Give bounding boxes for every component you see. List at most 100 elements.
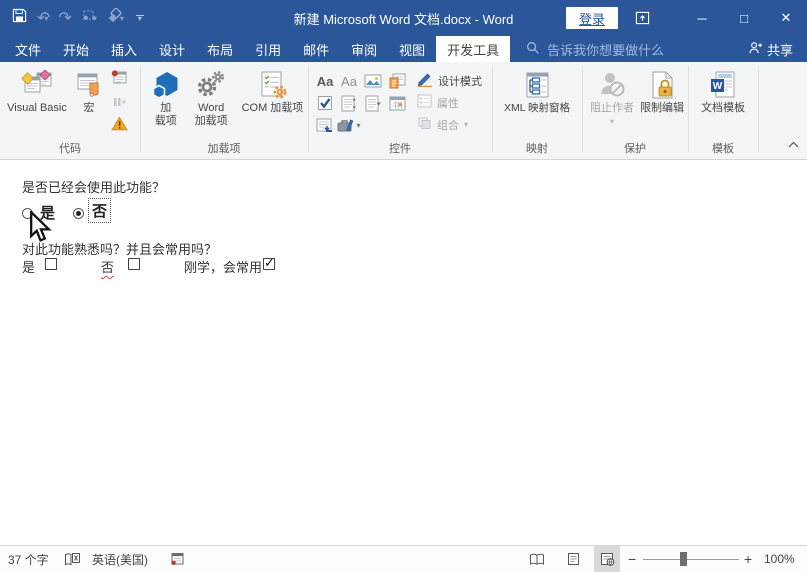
tab-insert[interactable]: 插入 xyxy=(100,36,148,62)
sign-in-button[interactable]: 登录 xyxy=(566,7,618,29)
pause-recording-icon xyxy=(111,94,127,112)
checkbox-no-label: 否 xyxy=(101,257,114,276)
question-1: 是否已经会使用此功能？ xyxy=(22,177,165,196)
collapse-ribbon-icon[interactable] xyxy=(788,135,799,153)
minimize-button[interactable]: ─ xyxy=(681,0,723,36)
visual-basic-button[interactable]: Visual Basic xyxy=(0,62,74,115)
legacy-tools-dropdown-icon[interactable]: ▾ xyxy=(356,121,360,130)
word-addins-label-line2: 加载项 xyxy=(195,115,228,128)
block-authors-button: 阻止作者 ▾ xyxy=(586,62,638,128)
macro-status-icon[interactable] xyxy=(170,546,185,572)
word-addins-label-line1: Word xyxy=(198,102,224,115)
qat-snip-dropdown-icon[interactable]: ▾ xyxy=(93,14,97,23)
share-person-icon xyxy=(748,41,762,58)
properties-icon xyxy=(417,94,432,111)
visual-basic-icon xyxy=(21,68,53,102)
word-count[interactable]: 37 个字 xyxy=(8,546,49,572)
tab-references[interactable]: 引用 xyxy=(244,36,292,62)
tell-me-search[interactable]: 告诉我你想要做什么 xyxy=(526,36,664,62)
block-authors-label: 阻止作者 xyxy=(590,102,634,115)
ribbon-display-options-icon[interactable] xyxy=(625,0,659,36)
checkbox-yes-label: 是 xyxy=(22,257,35,276)
addins-label-line1: 加 xyxy=(160,102,171,115)
checkbox-control-icon[interactable] xyxy=(313,92,337,114)
document-canvas[interactable]: 是否已经会使用此功能？ 是 否 对此功能熟悉吗？并且会常用吗？ 是 否 刚学，会… xyxy=(0,160,807,545)
date-picker-control-icon[interactable] xyxy=(385,92,409,114)
spellcheck-icon[interactable] xyxy=(64,546,81,572)
macros-icon xyxy=(75,68,103,102)
legacy-tools-button[interactable]: ▾ xyxy=(337,114,361,136)
plain-text-control-icon[interactable]: Aa xyxy=(337,70,361,92)
rich-text-control-icon[interactable]: Aa xyxy=(313,70,337,92)
undo-dropdown-icon[interactable]: ▾ xyxy=(44,14,48,23)
tab-mailings[interactable]: 邮件 xyxy=(292,36,340,62)
qat-snip-button[interactable]: ▾ xyxy=(82,9,97,27)
checkbox-yes[interactable] xyxy=(45,258,57,270)
word-addins-gears-icon xyxy=(195,68,227,102)
dropdown-list-control-icon[interactable] xyxy=(361,92,385,114)
design-mode-button[interactable]: 设计模式 xyxy=(417,71,482,90)
language-indicator[interactable]: 英语(美国) xyxy=(92,546,148,572)
radio-no[interactable] xyxy=(73,208,84,219)
group-button: 组合 ▾ xyxy=(417,115,482,134)
qat-shapes-button[interactable]: ▾ xyxy=(107,8,124,28)
radio-no-label[interactable]: 否 xyxy=(88,198,111,223)
addins-button[interactable]: 加 载项 xyxy=(146,62,186,128)
word-addins-button[interactable]: Word 加载项 xyxy=(186,62,237,128)
qat-shapes-dropdown-icon[interactable]: ▾ xyxy=(120,14,124,23)
com-addins-label: COM 加载项 xyxy=(242,102,304,115)
checkbox-new-checked[interactable]: ✓ xyxy=(263,258,275,270)
tab-home[interactable]: 开始 xyxy=(52,36,100,62)
restrict-editing-button[interactable]: 限制编辑 xyxy=(638,62,686,115)
zoom-out-button[interactable]: − xyxy=(628,546,636,572)
tell-me-placeholder: 告诉我你想要做什么 xyxy=(547,40,664,59)
close-button[interactable]: ✕ xyxy=(765,0,807,36)
com-addins-button[interactable]: COM 加载项 xyxy=(237,62,308,115)
redo-icon[interactable]: ↷ xyxy=(58,8,71,28)
tab-developer[interactable]: 开发工具 xyxy=(436,36,510,62)
com-addins-icon xyxy=(256,68,288,102)
zoom-level[interactable]: 100% xyxy=(764,546,795,572)
macros-button[interactable]: 宏 xyxy=(74,62,104,115)
ribbon-group-code: Visual Basic 宏 xyxy=(0,62,140,159)
restrict-editing-icon xyxy=(648,68,676,102)
tab-file[interactable]: 文件 xyxy=(4,36,52,62)
repeating-section-control-icon[interactable] xyxy=(313,114,337,136)
group-dropdown-icon: ▾ xyxy=(464,120,468,129)
combo-box-control-icon[interactable] xyxy=(337,92,361,114)
print-layout-icon[interactable] xyxy=(560,546,586,572)
xml-mapping-pane-icon xyxy=(522,68,552,102)
tab-view[interactable]: 视图 xyxy=(388,36,436,62)
save-icon[interactable] xyxy=(12,8,27,28)
picture-control-icon[interactable] xyxy=(361,70,385,92)
document-template-label: 文档模板 xyxy=(701,102,745,115)
svg-text:W: W xyxy=(713,81,723,92)
record-macro-icon[interactable] xyxy=(111,70,127,90)
xml-mapping-pane-button[interactable]: XML 映射窗格 xyxy=(493,62,581,115)
ribbon-group-protect: 阻止作者 ▾ 限制编辑 保护 xyxy=(582,62,688,159)
window-caption-buttons: ─ □ ✕ xyxy=(625,0,807,36)
tab-review[interactable]: 审阅 xyxy=(340,36,388,62)
share-button[interactable]: 共享 xyxy=(748,36,793,62)
undo-button[interactable]: ↶ ▾ xyxy=(37,8,48,28)
zoom-in-button[interactable]: + xyxy=(744,546,752,572)
building-block-gallery-icon[interactable] xyxy=(385,70,409,92)
qat-customize-icon[interactable]: ▾ xyxy=(136,15,144,21)
properties-button: 属性 xyxy=(417,93,482,112)
zoom-slider-track[interactable] xyxy=(643,559,739,560)
addins-label-line2: 载项 xyxy=(155,115,177,128)
zoom-slider-thumb[interactable] xyxy=(680,552,687,566)
tab-design[interactable]: 设计 xyxy=(148,36,196,62)
checkbox-no[interactable] xyxy=(128,258,140,270)
document-template-icon: W xyxy=(708,68,738,102)
web-layout-icon[interactable] xyxy=(594,546,620,572)
search-icon xyxy=(526,41,540,58)
macro-security-icon[interactable] xyxy=(111,116,128,136)
document-template-button[interactable]: W 文档模板 xyxy=(695,62,751,115)
tab-layout[interactable]: 布局 xyxy=(196,36,244,62)
xml-mapping-pane-label: XML 映射窗格 xyxy=(504,102,570,115)
read-mode-icon[interactable] xyxy=(524,546,550,572)
code-small-buttons xyxy=(104,62,134,136)
group-label-text: 组合 xyxy=(437,117,459,133)
maximize-button[interactable]: □ xyxy=(723,0,765,36)
